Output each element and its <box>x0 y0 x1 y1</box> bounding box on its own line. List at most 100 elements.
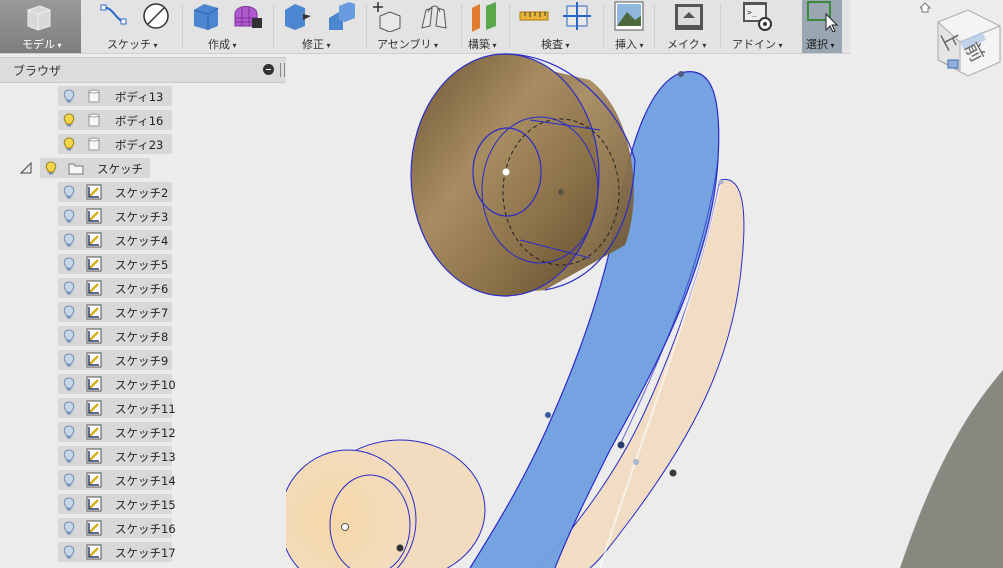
browser-pin-icon[interactable] <box>280 63 285 77</box>
browser-sketch-item[interactable]: スケッチ12 <box>58 422 176 442</box>
browser-sketch-item[interactable]: スケッチ5 <box>58 254 172 274</box>
insert-group[interactable]: 挿入 <box>607 0 651 53</box>
visibility-bulb-on-icon[interactable] <box>63 113 75 127</box>
browser-sketch-item[interactable]: スケッチ3 <box>58 206 172 226</box>
addins-group[interactable]: >_ アドイン <box>724 0 800 53</box>
visibility-bulb-off-icon[interactable] <box>63 233 75 247</box>
browser-sketch-item[interactable]: スケッチ13 <box>58 446 176 466</box>
visibility-bulb-off-icon[interactable] <box>63 329 75 343</box>
browser-folder-label: スケッチ <box>97 162 143 176</box>
visibility-bulb-off-icon[interactable] <box>63 89 75 103</box>
browser-sketch-item[interactable]: スケッチ4 <box>58 230 172 250</box>
box-outline-icon <box>27 5 51 31</box>
browser-sketch-item[interactable]: スケッチ7 <box>58 302 172 322</box>
visibility-bulb-on-icon[interactable] <box>45 161 57 175</box>
sketch-icon <box>86 232 102 248</box>
joint-icon <box>421 5 447 29</box>
browser-sketch-label: スケッチ9 <box>115 354 169 368</box>
visibility-bulb-off-icon[interactable] <box>63 305 75 319</box>
visibility-bulb-off-icon[interactable] <box>63 401 75 415</box>
browser-sketch-label: スケッチ2 <box>115 186 169 200</box>
visibility-bulb-off-icon[interactable] <box>63 425 75 439</box>
browser-sketch-label: スケッチ17 <box>115 546 176 560</box>
browser-body-label: ボディ23 <box>115 138 164 152</box>
browser-sketch-label: スケッチ3 <box>115 210 169 224</box>
inspect-group[interactable]: 検査 <box>513 0 599 53</box>
workspace-model-tab[interactable]: モデル <box>0 0 81 53</box>
browser-sketch-label: スケッチ14 <box>115 474 176 488</box>
visibility-bulb-off-icon[interactable] <box>63 521 75 535</box>
browser-body-item[interactable]: ボディ16 <box>58 110 172 130</box>
browser-collapse-icon[interactable] <box>263 64 274 75</box>
toolbar-divider <box>720 4 721 48</box>
browser-sketch-label: スケッチ5 <box>115 258 169 272</box>
browser-sketch-item[interactable]: スケッチ15 <box>58 494 176 514</box>
visibility-bulb-off-icon[interactable] <box>63 281 75 295</box>
sketch-icon <box>86 304 102 320</box>
expand-triangle-icon[interactable] <box>20 162 32 174</box>
visibility-bulb-off-icon[interactable] <box>63 185 75 199</box>
browser-sketch-label: スケッチ11 <box>115 402 176 416</box>
sketch-icon <box>86 496 102 512</box>
browser-sketch-folder[interactable]: スケッチ <box>40 158 150 178</box>
sketch-icon <box>86 472 102 488</box>
assemble-group[interactable]: アセンブリ <box>370 0 460 53</box>
toolbar-divider <box>366 4 367 48</box>
browser-sketch-label: スケッチ10 <box>115 378 176 392</box>
workspace-model-label: モデル <box>22 36 62 52</box>
tan-hub-body[interactable] <box>286 439 486 568</box>
visibility-bulb-off-icon[interactable] <box>63 257 75 271</box>
sketch-icon <box>86 448 102 464</box>
svg-text:>_: >_ <box>747 8 757 17</box>
visibility-bulb-off-icon[interactable] <box>63 209 75 223</box>
browser-sketch-item[interactable]: スケッチ10 <box>58 374 176 394</box>
toolbar-divider <box>182 4 183 48</box>
extrude-box-icon <box>193 4 219 30</box>
select-label: 選択 <box>806 36 835 52</box>
modify-group[interactable]: 修正 <box>277 0 365 53</box>
browser-body-item[interactable]: ボディ13 <box>58 86 172 106</box>
browser-body-item[interactable]: ボディ23 <box>58 134 172 154</box>
browser-header[interactable]: ブラウザ <box>0 57 286 83</box>
sketch-circle-icon <box>143 3 169 29</box>
sketch-icon <box>86 184 102 200</box>
visibility-bulb-off-icon[interactable] <box>63 449 75 463</box>
visibility-bulb-on-icon[interactable] <box>63 137 75 151</box>
toolbar-divider <box>461 4 462 48</box>
toolbar-divider <box>273 4 274 48</box>
insert-image-icon <box>614 1 644 31</box>
select-tool-button[interactable]: 選択 <box>802 0 842 53</box>
visibility-bulb-off-icon[interactable] <box>63 497 75 511</box>
grey-body[interactable] <box>900 370 1003 568</box>
visibility-bulb-off-icon[interactable] <box>63 473 75 487</box>
sketch-group[interactable]: スケッチ <box>92 0 182 53</box>
construct-group[interactable]: 構築 <box>465 0 507 53</box>
sketch-icon <box>86 424 102 440</box>
inspect-label: 検査 <box>541 36 570 52</box>
browser-sketch-item[interactable]: スケッチ6 <box>58 278 172 298</box>
visibility-bulb-off-icon[interactable] <box>63 377 75 391</box>
browser-sketch-item[interactable]: スケッチ2 <box>58 182 172 202</box>
create-group[interactable]: 作成 <box>186 0 270 53</box>
browser-sketch-label: スケッチ15 <box>115 498 176 512</box>
construct-label: 構築 <box>468 36 497 52</box>
browser-sketch-item[interactable]: スケッチ14 <box>58 470 176 490</box>
sketch-icon <box>86 400 102 416</box>
visibility-bulb-off-icon[interactable] <box>63 353 75 367</box>
browser-sketch-item[interactable]: スケッチ17 <box>58 542 176 562</box>
brown-hub-body[interactable] <box>410 53 636 297</box>
browser-sketch-item[interactable]: スケッチ11 <box>58 398 176 418</box>
create-label: 作成 <box>208 36 237 52</box>
browser-sketch-item[interactable]: スケッチ16 <box>58 518 176 538</box>
sketch-icon <box>86 352 102 368</box>
browser-body-label: ボディ16 <box>115 114 164 128</box>
make-group[interactable]: メイク <box>658 0 718 53</box>
press-pull-icon <box>285 4 311 30</box>
browser-sketch-item[interactable]: スケッチ8 <box>58 326 172 346</box>
3d-viewport[interactable] <box>286 53 1003 568</box>
browser-sketch-item[interactable]: スケッチ9 <box>58 350 172 370</box>
insert-label: 挿入 <box>615 36 644 52</box>
visibility-bulb-off-icon[interactable] <box>63 545 75 559</box>
home-icon[interactable] <box>918 2 932 13</box>
addins-label: アドイン <box>732 36 783 52</box>
